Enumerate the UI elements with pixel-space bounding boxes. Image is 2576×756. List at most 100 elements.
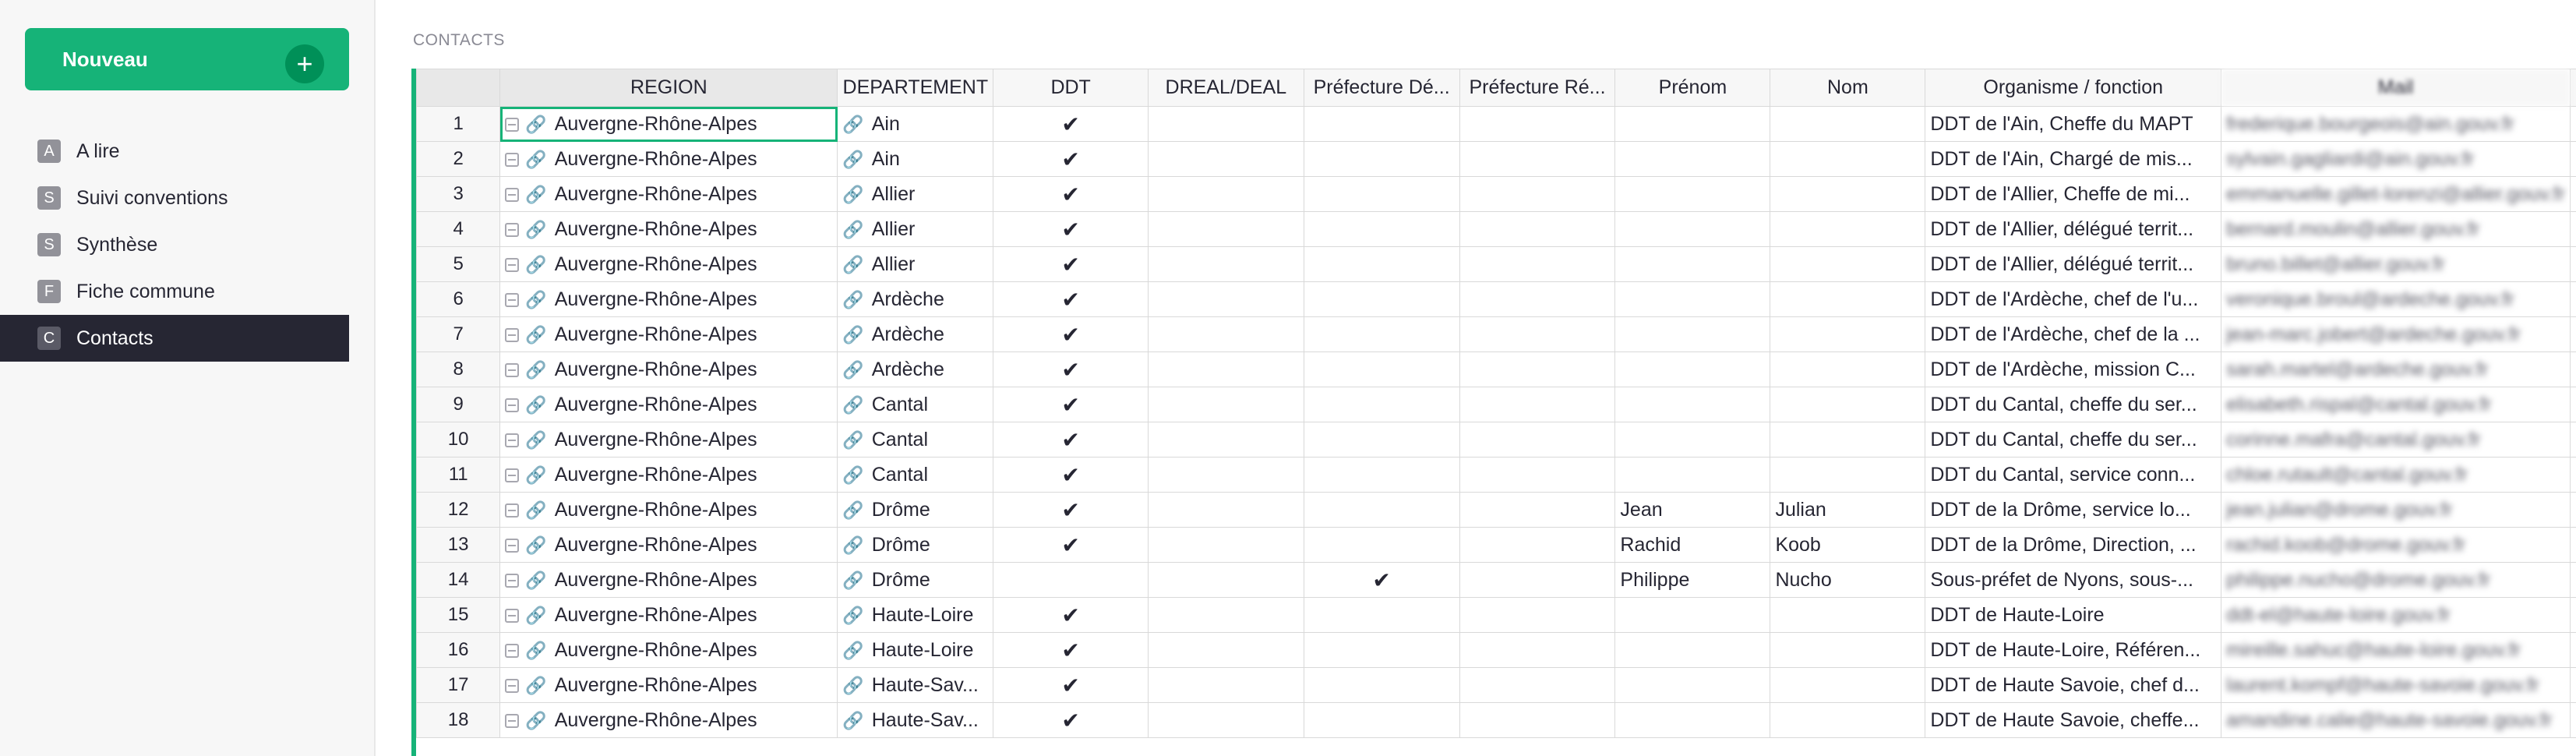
departement-cell[interactable]: 🔗 Ardèche <box>837 281 994 317</box>
nom-cell[interactable] <box>1770 597 1926 633</box>
prefecture-dep-cell[interactable] <box>1303 176 1460 212</box>
departement-cell[interactable]: 🔗 Ain <box>837 141 994 177</box>
organisme-cell[interactable]: DDT de l'Allier, Cheffe de mi... <box>1925 176 2222 212</box>
organisme-cell[interactable]: DDT de l'Ain, Chargé de mis... <box>1925 141 2222 177</box>
prefecture-reg-cell[interactable] <box>1459 527 1616 563</box>
organisme-cell[interactable]: DDT du Cantal, cheffe du ser... <box>1925 387 2222 422</box>
extra-cell[interactable] <box>2570 316 2576 352</box>
extra-cell[interactable] <box>2570 492 2576 528</box>
prefecture-reg-cell[interactable] <box>1459 352 1616 387</box>
ddt-cell[interactable]: ✔ <box>993 211 1149 247</box>
departement-cell[interactable]: 🔗 Ain <box>837 106 994 142</box>
prefecture-reg-cell[interactable] <box>1459 141 1616 177</box>
dreal-deal-cell[interactable] <box>1147 422 1304 457</box>
region-cell[interactable]: 🔗 Auvergne-Rhône-Alpes <box>499 422 838 457</box>
prefecture-reg-cell[interactable] <box>1459 597 1616 633</box>
organisme-cell[interactable]: DDT de l'Allier, délégué territ... <box>1925 246 2222 282</box>
row-number[interactable]: 16 <box>416 632 501 668</box>
mail-cell[interactable]: bernard.moulin@allier.gouv.fr <box>2221 211 2571 247</box>
row-number[interactable]: 5 <box>416 246 501 282</box>
dreal-deal-cell[interactable] <box>1147 246 1304 282</box>
departement-cell[interactable]: 🔗 Cantal <box>837 387 994 422</box>
column-header-nom[interactable]: Nom <box>1770 69 1926 107</box>
mail-cell[interactable]: laurent.kompf@haute-savoie.gouv.fr <box>2221 667 2571 703</box>
mail-cell[interactable]: jean-marc.jobert@ardeche.gouv.fr <box>2221 316 2571 352</box>
row-number[interactable]: 6 <box>416 281 501 317</box>
ddt-cell[interactable]: ✔ <box>993 492 1149 528</box>
prenom-cell[interactable] <box>1614 246 1771 282</box>
prefecture-reg-cell[interactable] <box>1459 281 1616 317</box>
row-number[interactable]: 2 <box>416 141 501 177</box>
nom-cell[interactable] <box>1770 211 1926 247</box>
dreal-deal-cell[interactable] <box>1147 211 1304 247</box>
departement-cell[interactable]: 🔗 Allier <box>837 176 994 212</box>
column-header-mail[interactable]: Mail <box>2221 69 2571 107</box>
column-header-organisme-fonction[interactable]: Organisme / fonction <box>1925 69 2222 107</box>
prenom-cell[interactable] <box>1614 281 1771 317</box>
new-button[interactable]: Nouveau + <box>25 28 349 90</box>
departement-cell[interactable]: 🔗 Haute-Sav... <box>837 667 994 703</box>
organisme-cell[interactable]: DDT de Haute Savoie, cheffe... <box>1925 702 2222 738</box>
mail-cell[interactable]: corinne.mafra@cantal.gouv.fr <box>2221 422 2571 457</box>
mail-cell[interactable]: chloe.rutault@cantal.gouv.fr <box>2221 457 2571 493</box>
nom-cell[interactable]: Julian <box>1770 492 1926 528</box>
prenom-cell[interactable] <box>1614 422 1771 457</box>
organisme-cell[interactable]: DDT de l'Ardèche, chef de la ... <box>1925 316 2222 352</box>
sidebar-item-a-lire[interactable]: A A lire <box>0 128 349 175</box>
ddt-cell[interactable]: ✔ <box>993 316 1149 352</box>
region-cell[interactable]: 🔗 Auvergne-Rhône-Alpes <box>499 281 838 317</box>
row-number[interactable]: 11 <box>416 457 501 493</box>
dreal-deal-cell[interactable] <box>1147 632 1304 668</box>
prefecture-reg-cell[interactable] <box>1459 702 1616 738</box>
departement-cell[interactable]: 🔗 Allier <box>837 246 994 282</box>
organisme-cell[interactable]: DDT de Haute-Loire <box>1925 597 2222 633</box>
prefecture-dep-cell[interactable] <box>1303 387 1460 422</box>
nom-cell[interactable] <box>1770 141 1926 177</box>
extra-cell[interactable] <box>2570 176 2576 212</box>
nom-cell[interactable]: Koob <box>1770 527 1926 563</box>
organisme-cell[interactable]: DDT de l'Allier, délégué territ... <box>1925 211 2222 247</box>
region-cell[interactable]: 🔗 Auvergne-Rhône-Alpes <box>499 527 838 563</box>
region-cell[interactable]: 🔗 Auvergne-Rhône-Alpes <box>499 246 838 282</box>
mail-cell[interactable]: frederique.bourgeois@ain.gouv.fr <box>2221 106 2571 142</box>
prefecture-reg-cell[interactable] <box>1459 422 1616 457</box>
column-header-pr-fecture-r[interactable]: Préfecture Ré... <box>1459 69 1616 107</box>
dreal-deal-cell[interactable] <box>1147 281 1304 317</box>
row-number[interactable]: 12 <box>416 492 501 528</box>
prefecture-dep-cell[interactable] <box>1303 141 1460 177</box>
prefecture-dep-cell[interactable] <box>1303 527 1460 563</box>
region-cell[interactable]: 🔗 Auvergne-Rhône-Alpes <box>499 141 838 177</box>
extra-cell[interactable] <box>2570 457 2576 493</box>
dreal-deal-cell[interactable] <box>1147 702 1304 738</box>
organisme-cell[interactable]: DDT du Cantal, cheffe du ser... <box>1925 422 2222 457</box>
prefecture-reg-cell[interactable] <box>1459 316 1616 352</box>
region-cell[interactable]: 🔗 Auvergne-Rhône-Alpes <box>499 632 838 668</box>
column-header-departement[interactable]: DEPARTEMENT <box>837 69 994 107</box>
row-number[interactable]: 1 <box>416 106 501 142</box>
departement-cell[interactable]: 🔗 Haute-Loire <box>837 597 994 633</box>
prefecture-reg-cell[interactable] <box>1459 246 1616 282</box>
dreal-deal-cell[interactable] <box>1147 141 1304 177</box>
region-cell[interactable]: 🔗 Auvergne-Rhône-Alpes <box>499 176 838 212</box>
ddt-cell[interactable]: ✔ <box>993 632 1149 668</box>
mail-cell[interactable]: ddt-el@haute-loire.gouv.fr <box>2221 597 2571 633</box>
prefecture-dep-cell[interactable] <box>1303 281 1460 317</box>
organisme-cell[interactable]: DDT de Haute Savoie, chef d... <box>1925 667 2222 703</box>
row-number[interactable]: 4 <box>416 211 501 247</box>
departement-cell[interactable]: 🔗 Haute-Sav... <box>837 702 994 738</box>
organisme-cell[interactable]: DDT du Cantal, service conn... <box>1925 457 2222 493</box>
dreal-deal-cell[interactable] <box>1147 527 1304 563</box>
prefecture-reg-cell[interactable] <box>1459 492 1616 528</box>
mail-cell[interactable]: jean.julian@drome.gouv.fr <box>2221 492 2571 528</box>
nom-cell[interactable]: Nucho <box>1770 562 1926 598</box>
ddt-cell[interactable]: ✔ <box>993 141 1149 177</box>
prenom-cell[interactable] <box>1614 141 1771 177</box>
extra-cell[interactable] <box>2570 667 2576 703</box>
organisme-cell[interactable]: DDT de l'Ardèche, chef de l'u... <box>1925 281 2222 317</box>
region-cell[interactable]: 🔗 Auvergne-Rhône-Alpes <box>499 457 838 493</box>
prenom-cell[interactable] <box>1614 176 1771 212</box>
prenom-cell[interactable] <box>1614 597 1771 633</box>
extra-cell[interactable] <box>2570 422 2576 457</box>
prenom-cell[interactable] <box>1614 106 1771 142</box>
prefecture-reg-cell[interactable] <box>1459 667 1616 703</box>
